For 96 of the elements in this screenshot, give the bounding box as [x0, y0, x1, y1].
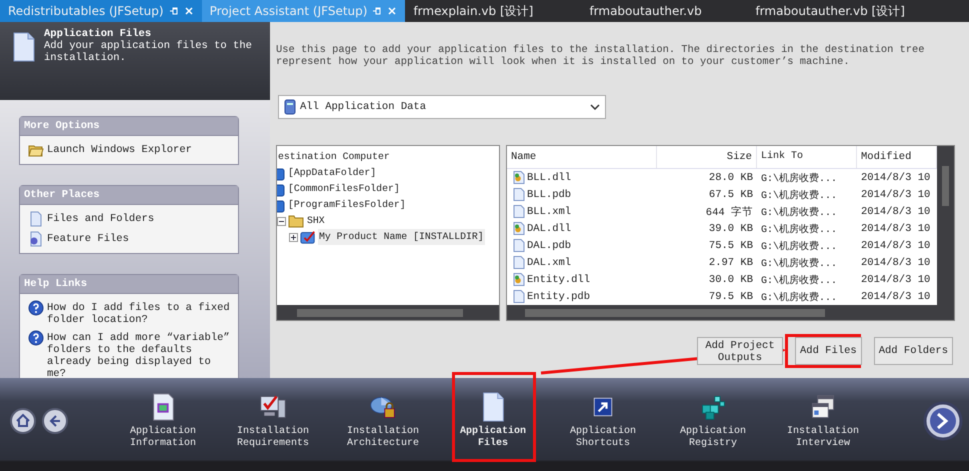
tree-item[interactable]: [AppDataFolder] — [287, 165, 378, 181]
file-name: BLL.pdb — [527, 188, 572, 200]
pin-icon[interactable] — [372, 6, 382, 16]
file-size: 75.5 KB — [708, 240, 754, 252]
wizard-step[interactable]: Installation Interview — [785, 392, 861, 450]
task-link[interactable]: Files and Folders — [47, 211, 154, 225]
column-header[interactable]: Link To — [757, 146, 857, 168]
document-tab[interactable]: frmexplain.vb [设计] — [405, 0, 582, 22]
link-path: G:\机房收费... — [760, 290, 838, 304]
close-icon[interactable] — [184, 6, 194, 16]
file-size: 2.97 KB — [708, 256, 754, 268]
folder-icon — [288, 213, 304, 229]
panel-title: Other Places — [20, 186, 238, 205]
action-button[interactable]: Add Folders — [874, 337, 953, 365]
file-icon — [513, 238, 525, 253]
file-name: DAL.xml — [527, 256, 572, 268]
next-icon[interactable] — [923, 400, 963, 440]
file-name: Entity.dll — [527, 274, 590, 286]
checked-folder-icon — [300, 229, 316, 245]
task-link[interactable]: Feature Files — [47, 231, 129, 245]
page-subtitle: Add your application files to the installation. — [44, 40, 253, 64]
task-link[interactable]: How do I add files to a fixed folder location? — [47, 300, 232, 326]
file-name: DAL.dll — [527, 222, 572, 234]
file-icon — [513, 187, 525, 202]
modified-date: 2014/8/3 10 — [860, 256, 932, 268]
caret-icon — [590, 104, 600, 110]
pin-icon[interactable] — [168, 6, 179, 16]
link-path: G:\机房收费... — [760, 222, 838, 236]
modified-date: 2014/8/3 10 — [860, 290, 932, 302]
gear-file-icon — [513, 170, 525, 185]
vertical-scrollbar[interactable] — [937, 146, 954, 320]
file-icon — [513, 289, 525, 304]
home-icon[interactable] — [10, 408, 36, 434]
modified-date: 2014/8/3 10 — [860, 206, 932, 218]
expand-toggle[interactable] — [289, 232, 298, 242]
file-size: 28.0 KB — [708, 172, 754, 184]
tree-item[interactable]: [ProgramFilesFolder] — [287, 197, 407, 213]
modified-date: 2014/8/3 10 — [860, 222, 932, 234]
document-icon — [28, 231, 44, 247]
action-button[interactable]: Add Project Outputs — [696, 337, 783, 365]
panel-title: More Options — [20, 117, 238, 136]
document-tab[interactable]: frmaboutauther.vb [设计] — [747, 0, 913, 22]
file-name: BLL.dll — [527, 172, 572, 184]
task-link[interactable]: How can I add more “variable” folders to the defaults already being displayed to me? — [47, 330, 232, 378]
back-icon[interactable] — [42, 408, 68, 434]
wizard-step[interactable]: Application Information — [125, 392, 201, 450]
close-icon[interactable] — [387, 6, 398, 16]
wizard-step[interactable]: Application Files — [455, 392, 531, 450]
modified-date: 2014/8/3 10 — [860, 240, 932, 252]
description-text: Use this page to add your application files to the installation. The directories in the destination tree represent how your application will look when it is installed on to your customer’s machine. — [276, 44, 926, 68]
link-path: G:\机房收费... — [760, 172, 838, 184]
wizard-step[interactable]: Installation Architecture — [345, 392, 421, 450]
document-tab[interactable]: frmaboutauther.vb — [581, 0, 748, 22]
tree-item[interactable]: SHX — [306, 213, 326, 229]
panel-title: Help Links — [20, 275, 238, 294]
tree-item[interactable]: [CommonFilesFolder] — [287, 181, 401, 197]
action-button[interactable]: Add Files — [794, 337, 862, 365]
document-icon — [28, 211, 44, 227]
file-name: DAL.pdb — [527, 240, 572, 252]
tree-item[interactable]: estination Computer — [277, 149, 499, 165]
task-link[interactable]: Launch Windows Explorer — [47, 142, 192, 156]
file-name: Entity.pdb — [527, 290, 590, 302]
wizard-step[interactable]: Application Registry — [675, 392, 751, 450]
file-icon — [513, 204, 525, 219]
data-dropdown[interactable]: All Application Data — [278, 95, 606, 119]
link-path: G:\机房收费... — [760, 240, 838, 252]
file-size: 644 字节 — [704, 205, 754, 218]
file-size: 39.0 KB — [708, 222, 754, 234]
file-size: 79.5 KB — [708, 290, 754, 302]
link-path: G:\机房收费... — [760, 206, 838, 218]
link-path: G:\机房收费... — [760, 256, 838, 270]
modified-date: 2014/8/3 10 — [860, 188, 932, 200]
wizard-step[interactable]: Application Shortcuts — [565, 392, 641, 450]
column-header[interactable]: Name — [507, 146, 657, 168]
collapse-toggle[interactable] — [277, 216, 286, 226]
file-icon — [513, 255, 525, 270]
horizontal-scrollbar[interactable] — [277, 305, 499, 320]
gear-file-icon — [513, 221, 525, 236]
wizard-step[interactable]: Installation Requirements — [235, 392, 311, 450]
page-title: Application Files — [44, 28, 152, 40]
horizontal-scrollbar[interactable] — [507, 305, 937, 320]
file-size: 30.0 KB — [708, 274, 754, 286]
computer-icon — [284, 99, 296, 115]
column-header[interactable]: Size — [657, 146, 757, 168]
file-name: BLL.xml — [527, 206, 572, 218]
help-icon — [28, 330, 44, 346]
document-icon — [12, 32, 36, 62]
link-path: G:\机房收费... — [760, 274, 838, 286]
tree-item[interactable]: My Product Name [INSTALLDIR] — [318, 229, 485, 245]
modified-date: 2014/8/3 10 — [860, 274, 932, 286]
document-tab[interactable]: Redistributables (JFSetup) — [0, 0, 202, 22]
modified-date: 2014/8/3 10 — [860, 172, 932, 184]
file-size: 67.5 KB — [708, 188, 754, 200]
help-icon — [28, 300, 44, 316]
gear-file-icon — [513, 272, 525, 287]
link-path: G:\机房收费... — [760, 188, 838, 202]
